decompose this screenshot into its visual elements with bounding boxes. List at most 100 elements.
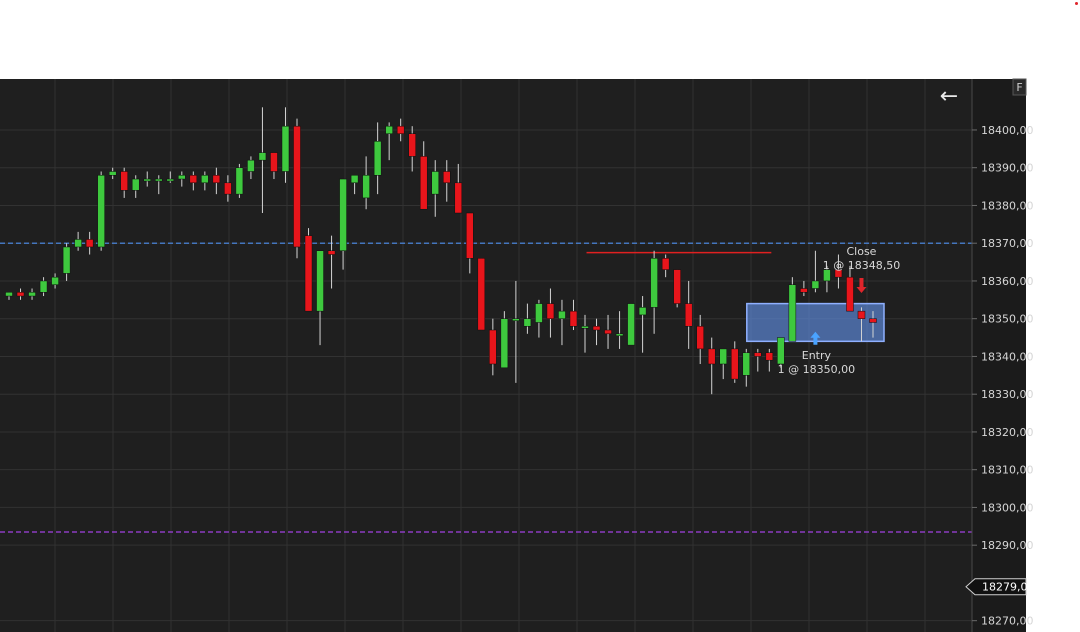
candle-body-down <box>754 352 762 357</box>
candle-body-up <box>97 175 105 248</box>
candle-body-up <box>523 318 532 327</box>
candle-body-down <box>604 329 612 335</box>
candle-body-down <box>684 303 693 327</box>
candle-body-up <box>719 348 727 365</box>
candle <box>304 228 313 312</box>
candle <box>97 171 105 251</box>
candle-body-up <box>638 307 647 316</box>
candle-body-down <box>224 182 232 195</box>
close-detail: 1 @ 18348,50 <box>823 259 900 272</box>
candle-body-up <box>281 125 290 172</box>
candle-body-up <box>143 178 151 182</box>
candle <box>477 258 486 331</box>
candle-body-down <box>857 310 866 319</box>
candle-body-down <box>592 325 601 331</box>
entry-detail: 1 @ 18350,00 <box>778 363 855 376</box>
price-chart[interactable]: Entry1 @ 18350,00 Close1 @ 18348,50 18400… <box>0 0 1080 632</box>
candle <box>500 311 509 369</box>
y-tick-label: 18370,00 <box>981 237 1034 250</box>
candle <box>293 118 301 259</box>
candle-body-up <box>258 152 267 161</box>
candle-body-up <box>615 333 624 337</box>
entry-label: Entry <box>802 349 832 362</box>
candle-body-up <box>28 292 36 297</box>
candle-body-down <box>673 269 681 304</box>
candle-body-down <box>546 303 555 319</box>
candle-body-up <box>650 258 658 308</box>
candle <box>235 163 244 198</box>
candle <box>788 277 797 342</box>
candle-body-up <box>166 178 175 182</box>
candle-body-down <box>707 348 716 365</box>
candle-body-up <box>431 171 439 195</box>
y-tick-label: 18330,00 <box>981 388 1034 401</box>
y-tick-label: 18360,00 <box>981 275 1034 288</box>
y-tick-label: 18340,00 <box>981 350 1034 363</box>
candle-body-up <box>178 175 186 180</box>
y-tick-label: 18270,00 <box>981 615 1034 628</box>
candle-body-up <box>108 171 117 176</box>
candle-body-down <box>569 310 578 327</box>
candle-body-down <box>869 318 877 323</box>
candle-body-up <box>500 318 509 369</box>
candle <box>673 269 681 308</box>
candle-body-up <box>350 175 359 184</box>
candle-body-up <box>155 178 163 182</box>
candle-body-up <box>51 276 59 285</box>
last-price-label: 18279,00 <box>982 581 1035 594</box>
candle-body-up <box>247 159 255 172</box>
back-arrow-button[interactable]: ← <box>940 84 958 109</box>
candle-body-up <box>535 303 543 323</box>
candle-body-up <box>811 280 820 289</box>
candle-body-down <box>327 250 336 255</box>
candle-body-down <box>419 156 428 210</box>
candle-body-up <box>742 352 751 376</box>
y-tick-label: 18310,00 <box>981 464 1034 477</box>
candle-body-up <box>581 325 589 329</box>
close-label: Close <box>846 245 876 258</box>
candle <box>627 303 635 346</box>
corner-button-label: F <box>1016 81 1022 94</box>
y-tick-label: 18380,00 <box>981 199 1034 212</box>
candle-body-down <box>454 182 463 214</box>
candle-body-down <box>212 175 221 184</box>
candle-body-down <box>189 175 198 184</box>
candle-body-down <box>304 235 313 312</box>
candle-body-down <box>661 258 670 270</box>
candle-body-up <box>235 167 244 195</box>
candle-body-down <box>696 325 704 350</box>
candle-body-up <box>39 280 48 293</box>
y-tick-label: 18300,00 <box>981 501 1034 514</box>
candle-body-down <box>489 329 497 365</box>
candle-body-down <box>800 288 808 293</box>
candle-body-down <box>477 258 486 331</box>
last-price-marker: 18279,00 <box>965 578 1035 596</box>
y-tick-label: 18320,00 <box>981 426 1034 439</box>
candle-body-up <box>512 318 520 321</box>
y-tick-label: 18290,00 <box>981 539 1034 552</box>
candle-body-down <box>396 125 405 134</box>
candle-body-up <box>362 175 370 199</box>
candle-body-up <box>788 284 797 342</box>
candle-body-down <box>270 152 278 172</box>
candle-body-up <box>62 246 71 274</box>
candle-body-up <box>131 178 140 191</box>
candle-body-down <box>765 352 774 361</box>
candle-body-down <box>846 276 854 312</box>
y-tick-label: 18350,00 <box>981 313 1034 326</box>
candle-body-up <box>385 125 393 134</box>
candle-body-down <box>16 292 25 297</box>
candle-body-up <box>316 250 324 312</box>
y-tick-label: 18390,00 <box>981 162 1034 175</box>
candle-body-up <box>5 292 13 297</box>
candle-body-down <box>408 133 416 157</box>
candle-body-up <box>373 141 382 176</box>
candle-body-up <box>777 337 785 365</box>
candle-body-down <box>443 171 451 184</box>
y-tick-label: 18400,00 <box>981 124 1034 137</box>
candle-body-up <box>74 239 82 248</box>
candle-body-down <box>85 239 94 248</box>
candle-body-up <box>339 178 347 252</box>
candle-body-up <box>627 303 635 346</box>
candle-body-up <box>201 175 209 184</box>
